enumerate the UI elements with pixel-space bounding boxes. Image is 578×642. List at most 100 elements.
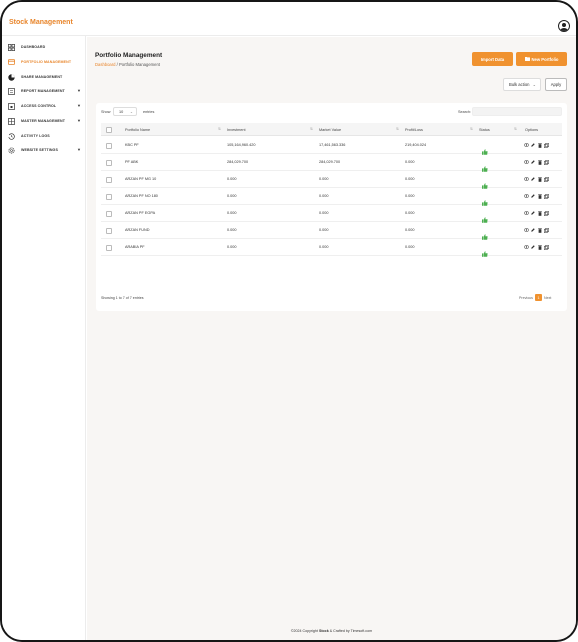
delete-icon[interactable] [537,159,542,165]
column-header-market-value[interactable]: Market Value [319,128,341,132]
cell-profit-loss: 0.000 [405,211,415,215]
copy-icon[interactable] [543,244,549,250]
table-row[interactable]: ARZAN FUND 0.000 0.000 0.000 [101,222,562,240]
apply-button[interactable]: Apply [545,78,567,91]
entries-select[interactable]: 10 ⌄ [113,107,137,116]
edit-icon[interactable] [531,142,536,148]
sidebar: DASHBOARD PORTFOLIO MANAGEMENT SHARE MAN… [2,36,86,640]
thumbs-up-icon[interactable] [482,193,488,206]
pagination-next[interactable]: Next [544,296,551,300]
main-content: Portfolio Management Dashboard / Portfol… [87,37,576,640]
thumbs-up-icon[interactable] [482,227,488,240]
view-icon[interactable] [524,227,529,233]
thumbs-up-icon[interactable] [482,159,488,172]
copy-icon[interactable] [543,193,549,199]
cell-portfolio-name[interactable]: ARZAN PF MG 10 [125,177,156,181]
chevron-down-icon: ▼ [77,103,81,108]
table-row[interactable]: ARZAN PF EGPA 0.000 0.000 0.000 [101,205,562,223]
sort-icon[interactable]: ⇅ [470,127,473,131]
sidebar-item-access-control[interactable]: ACCESS CONTROL ▼ [2,100,86,112]
view-icon[interactable] [524,142,529,148]
sidebar-item-activity-logs[interactable]: ACTIVITY LOGS [2,130,86,142]
copy-icon[interactable] [543,159,549,165]
row-checkbox[interactable] [106,210,112,217]
cell-portfolio-name[interactable]: ARZAN PF NO 180 [125,194,158,198]
row-checkbox[interactable] [106,142,112,149]
table-row[interactable]: ARZAN PF MG 10 0.000 0.000 0.000 [101,171,562,189]
column-header-investment[interactable]: Investment [227,128,246,132]
import-data-button[interactable]: Import Data [472,52,513,66]
table-row[interactable]: KBC PF 105,164,960.420 17,461,563.336 219,4… [101,137,562,155]
copy-icon[interactable] [543,142,549,148]
row-options [524,142,549,148]
search-input[interactable] [472,107,562,116]
user-avatar-icon[interactable] [558,20,570,32]
sidebar-item-share-management[interactable]: SHARE MANAGEMENT [2,71,86,83]
view-icon[interactable] [524,210,529,216]
table-row[interactable]: ARZAN PF NO 180 0.000 0.000 0.000 [101,188,562,206]
copy-icon[interactable] [543,210,549,216]
pagination-previous[interactable]: Previous [519,296,533,300]
brand-logo[interactable]: Stock Management [9,19,73,26]
table-row[interactable]: PF ABK 284,029.700 284,029.700 0.000 [101,154,562,172]
cell-portfolio-name[interactable]: PF ABK [125,160,138,164]
column-header-portfolio-name[interactable]: Portfolio Name [125,128,150,132]
cell-portfolio-name[interactable]: KBC PF [125,143,139,147]
view-icon[interactable] [524,176,529,182]
column-header-profit-loss[interactable]: Profit/Loss [405,128,423,132]
copy-icon[interactable] [543,227,549,233]
cell-portfolio-name[interactable]: ARABIA PF [125,245,145,249]
sidebar-item-portfolio-management[interactable]: PORTFOLIO MANAGEMENT [2,56,86,68]
pagination-page-current[interactable]: 1 [534,294,542,301]
sort-icon[interactable]: ⇅ [396,127,399,131]
edit-icon[interactable] [531,210,536,216]
thumbs-up-icon[interactable] [482,244,488,257]
delete-icon[interactable] [537,142,542,148]
row-checkbox[interactable] [106,159,112,166]
delete-icon[interactable] [537,244,542,250]
delete-icon[interactable] [537,193,542,199]
breadcrumb-link-dashboard[interactable]: Dashboard [95,62,116,67]
edit-icon[interactable] [531,193,536,199]
new-portfolio-button[interactable]: New Portfolio [516,52,567,66]
column-header-options: Options [525,127,539,132]
thumbs-up-icon[interactable] [482,210,488,223]
bulk-action-select[interactable]: Bulk action ⌄ [503,78,541,91]
dashboard-icon [7,43,15,51]
row-checkbox[interactable] [106,227,112,234]
cell-portfolio-name[interactable]: ARZAN PF EGPA [125,211,155,215]
new-portfolio-label: New Portfolio [531,56,559,62]
sidebar-item-website-settings[interactable]: WEBSITE SETTINGS ▼ [2,144,86,156]
copy-icon[interactable] [543,176,549,182]
row-checkbox[interactable] [106,244,112,251]
select-all-checkbox[interactable] [106,126,112,133]
sidebar-item-label: WEBSITE SETTINGS [21,148,58,152]
sidebar-item-label: DASHBOARD [21,45,46,49]
cell-portfolio-name[interactable]: ARZAN FUND [125,228,149,232]
sort-icon[interactable]: ⇅ [514,127,517,131]
edit-icon[interactable] [531,227,536,233]
column-header-status[interactable]: Status [479,128,490,132]
thumbs-up-icon[interactable] [482,176,488,189]
thumbs-up-icon[interactable] [482,142,488,155]
sidebar-item-report-management[interactable]: REPORT MANAGEMENT ▼ [2,85,86,97]
edit-icon[interactable] [531,176,536,182]
app-screen: Stock Management DASHBOARD PORTFOLIO MAN… [2,2,576,640]
row-checkbox[interactable] [106,176,112,183]
delete-icon[interactable] [537,176,542,182]
edit-icon[interactable] [531,244,536,250]
sidebar-item-dashboard[interactable]: DASHBOARD [2,41,86,53]
table-row[interactable]: ARABIA PF 0.000 0.000 0.000 [101,239,562,257]
portfolio-table-card: Show 10 ⌄ entries Search: Portfolio Name… [96,103,567,311]
sort-icon[interactable]: ⇅ [218,127,221,131]
edit-icon[interactable] [531,159,536,165]
view-icon[interactable] [524,244,529,250]
delete-icon[interactable] [537,210,542,216]
sort-icon[interactable]: ⇅ [310,127,313,131]
row-checkbox[interactable] [106,193,112,200]
delete-icon[interactable] [537,227,542,233]
chevron-down-icon: ▼ [77,147,81,152]
sidebar-item-master-management[interactable]: MASTER MANAGEMENT ▼ [2,115,86,127]
view-icon[interactable] [524,193,529,199]
view-icon[interactable] [524,159,529,165]
